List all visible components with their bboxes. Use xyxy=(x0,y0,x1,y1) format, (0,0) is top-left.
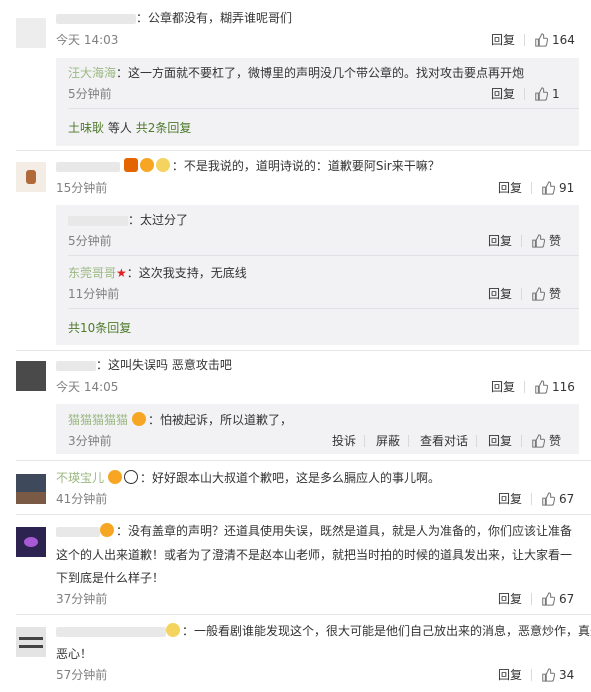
like-button[interactable]: 赞 xyxy=(531,286,561,302)
medal-badge xyxy=(166,623,180,637)
user-name[interactable] xyxy=(56,360,96,371)
thumbs-up-icon xyxy=(534,380,548,394)
avatar[interactable] xyxy=(16,474,46,504)
avatar[interactable] xyxy=(16,162,46,192)
more-replies-link[interactable]: 共10条回复 xyxy=(68,320,131,336)
reply-button[interactable]: 回复 xyxy=(498,667,522,683)
view-conversation-button[interactable]: 查看对话 xyxy=(420,433,468,449)
timestamp: 今天 14:03 xyxy=(56,33,119,47)
comment-text: ：这叫失误吗 恶意攻击吧 xyxy=(56,355,571,375)
comment-text: ：公章都没有，糊弄谁呢哥们 xyxy=(56,8,571,28)
like-count: 164 xyxy=(552,33,575,47)
panda-badge xyxy=(124,470,139,484)
user-name[interactable]: 不瑛宝儿 xyxy=(56,471,104,485)
avatar[interactable] xyxy=(16,18,46,48)
reply-button[interactable]: 回复 xyxy=(498,591,522,607)
like-label: 赞 xyxy=(549,287,562,301)
like-button[interactable]: 赞 xyxy=(531,433,561,449)
reply-button[interactable]: 回复 xyxy=(488,433,512,449)
like-button[interactable]: 67 xyxy=(541,491,574,507)
reply-user-name[interactable]: 猫猫猫猫猫 xyxy=(68,413,128,427)
vip-badge xyxy=(108,470,123,484)
like-button[interactable]: 1 xyxy=(534,86,560,102)
reply-button[interactable]: 回复 xyxy=(498,180,522,196)
like-label: 赞 xyxy=(549,434,562,448)
timestamp: 41分钟前 xyxy=(56,492,108,506)
comment-text: 不瑛宝儿 ：好好跟本山大叔道个歉吧，这是多么膈应人的事儿啊。 xyxy=(56,470,441,485)
verified-badge xyxy=(123,158,138,172)
reply-timestamp: 5分钟前 xyxy=(68,87,112,101)
timestamp: 今天 14:05 xyxy=(56,380,119,394)
like-count: 91 xyxy=(559,181,575,195)
like-button[interactable]: 91 xyxy=(541,180,574,196)
comment-text: ：没有盖章的声明？还道具使用失误，既然是道具，就是人为准备的，你们应该让准备 xyxy=(56,521,572,541)
star-badge-icon: ★ xyxy=(116,266,127,280)
vip-badge xyxy=(139,158,154,172)
like-button[interactable]: 34 xyxy=(541,667,574,683)
thumbs-up-icon xyxy=(541,668,555,682)
avatar[interactable] xyxy=(16,361,46,391)
timestamp: 57分钟前 xyxy=(56,668,108,682)
reply-button[interactable]: 回复 xyxy=(491,86,515,102)
reply-timestamp: 5分钟前 xyxy=(68,234,112,248)
like-count: 116 xyxy=(552,380,575,394)
like-label: 赞 xyxy=(549,234,562,248)
user-name[interactable] xyxy=(56,626,166,637)
like-button[interactable]: 164 xyxy=(534,32,575,48)
comment-text-line: 这个的人出来道歉！或者为了澄清不是赵本山老师，就把当时拍的时候的道具发出来，让大… xyxy=(56,548,573,562)
comment-text-line: 恶心！ xyxy=(56,647,93,661)
thumbs-up-icon xyxy=(531,287,545,301)
medal-badge xyxy=(155,158,170,172)
reply-user-name[interactable] xyxy=(68,215,128,226)
reply-button[interactable]: 回复 xyxy=(491,32,515,48)
thumbs-up-icon xyxy=(541,181,555,195)
reply-text: 汪大海海：这一方面就不要杠了，微博里的声明没几个带公章的。找对攻击要点再开炮 xyxy=(68,66,525,80)
reply-timestamp: 3分钟前 xyxy=(68,434,112,448)
reply-text: 东莞哥哥★：这次我支持，无底线 xyxy=(68,266,247,280)
like-count: 67 xyxy=(559,592,575,606)
reply-text: ：太过分了 xyxy=(68,210,188,230)
avatar[interactable] xyxy=(16,527,46,557)
thumbs-up-icon xyxy=(531,434,545,448)
thumbs-up-icon xyxy=(534,33,548,47)
reply-user-name[interactable]: 汪大海海 xyxy=(68,66,116,80)
like-button[interactable]: 赞 xyxy=(531,233,561,249)
reply-timestamp: 11分钟前 xyxy=(68,287,120,301)
like-count: 67 xyxy=(559,492,575,506)
comment-text: ：一般看剧谁能发现这个，很大可能是他们自己放出来的消息，恶意炒作，真是 xyxy=(56,621,591,641)
comment-text-line: 下到底是什么样子！ xyxy=(56,571,165,585)
timestamp: 15分钟前 xyxy=(56,181,108,195)
vip-badge xyxy=(100,523,114,537)
reply-button[interactable]: 回复 xyxy=(491,379,515,395)
vip-badge xyxy=(132,412,147,426)
thumbs-up-icon xyxy=(541,492,555,506)
like-button[interactable]: 67 xyxy=(541,591,574,607)
like-button[interactable]: 116 xyxy=(534,379,575,395)
thumbs-up-icon xyxy=(531,234,545,248)
avatar[interactable] xyxy=(16,627,46,657)
user-name[interactable] xyxy=(56,161,120,172)
reply-button[interactable]: 回复 xyxy=(498,491,522,507)
reply-text: 猫猫猫猫猫 ：怕被起诉，所以道歉了， xyxy=(68,412,293,427)
like-count: 34 xyxy=(559,668,575,682)
thumbs-up-icon xyxy=(541,592,555,606)
thumbs-up-icon xyxy=(534,87,548,101)
comment-text: ：不是我说的，道明诗说的：道歉要阿Sir来干嘛？ xyxy=(56,156,571,176)
reply-button[interactable]: 回复 xyxy=(488,233,512,249)
block-button[interactable]: 屏蔽 xyxy=(376,433,400,449)
reply-user-name[interactable]: 东莞哥哥 xyxy=(68,266,116,280)
report-button[interactable]: 投诉 xyxy=(332,433,356,449)
user-name[interactable] xyxy=(56,13,136,24)
user-name[interactable] xyxy=(56,526,100,537)
more-replies-link[interactable]: 土味耿 等人 共2条回复 xyxy=(68,120,191,136)
timestamp: 37分钟前 xyxy=(56,592,108,606)
like-count: 1 xyxy=(552,87,560,101)
reply-button[interactable]: 回复 xyxy=(488,286,512,302)
